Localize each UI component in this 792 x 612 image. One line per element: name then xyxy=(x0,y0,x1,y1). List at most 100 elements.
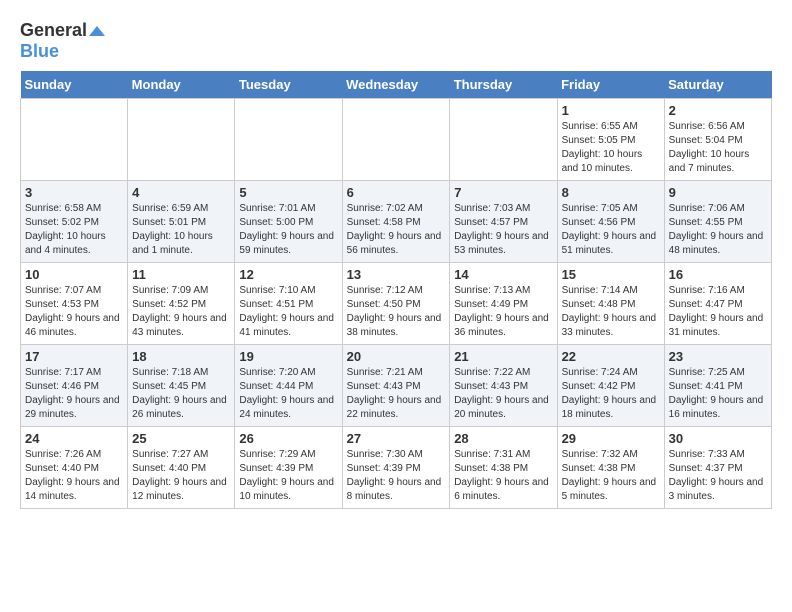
day-number: 4 xyxy=(132,185,230,200)
day-number: 29 xyxy=(562,431,660,446)
day-info: Sunrise: 7:03 AM Sunset: 4:57 PM Dayligh… xyxy=(454,202,552,258)
day-info: Sunrise: 7:32 AM Sunset: 4:38 PM Dayligh… xyxy=(562,448,660,504)
day-info: Sunrise: 7:21 AM Sunset: 4:43 PM Dayligh… xyxy=(347,366,446,422)
day-number: 26 xyxy=(239,431,337,446)
day-info: Sunrise: 7:29 AM Sunset: 4:39 PM Dayligh… xyxy=(239,448,337,504)
calendar-cell: 26 Sunrise: 7:29 AM Sunset: 4:39 PM Dayli… xyxy=(235,427,342,509)
calendar-cell: 4 Sunrise: 6:59 AM Sunset: 5:01 PM Daylig… xyxy=(128,181,235,263)
day-number: 20 xyxy=(347,349,446,364)
day-number: 10 xyxy=(25,267,123,282)
calendar-cell: 28Sunrise: 7:31 AM Sunset: 4:38 PM Dayli… xyxy=(450,427,557,509)
day-number: 6 xyxy=(347,185,446,200)
day-number: 15 xyxy=(562,267,660,282)
day-number: 24 xyxy=(25,431,123,446)
day-number: 11 xyxy=(132,267,230,282)
weekday-header-tuesday: Tuesday xyxy=(235,71,342,99)
day-number: 13 xyxy=(347,267,446,282)
day-number: 25 xyxy=(132,431,230,446)
day-number: 21 xyxy=(454,349,552,364)
day-number: 5 xyxy=(239,185,337,200)
day-info: Sunrise: 7:17 AM Sunset: 4:46 PM Dayligh… xyxy=(25,366,123,422)
calendar-cell: 5 Sunrise: 7:01 AM Sunset: 5:00 PM Daylig… xyxy=(235,181,342,263)
weekday-header-friday: Friday xyxy=(557,71,664,99)
day-info: Sunrise: 7:27 AM Sunset: 4:40 PM Dayligh… xyxy=(132,448,230,504)
day-info: Sunrise: 7:06 AM Sunset: 4:55 PM Dayligh… xyxy=(669,202,767,258)
day-info: Sunrise: 7:18 AM Sunset: 4:45 PM Dayligh… xyxy=(132,366,230,422)
day-info: Sunrise: 6:56 AM Sunset: 5:04 PM Dayligh… xyxy=(669,120,767,176)
weekday-header-thursday: Thursday xyxy=(450,71,557,99)
calendar-cell: 1 Sunrise: 6:55 AM Sunset: 5:05 PM Daylig… xyxy=(557,99,664,181)
day-number: 17 xyxy=(25,349,123,364)
day-info: Sunrise: 7:16 AM Sunset: 4:47 PM Dayligh… xyxy=(669,284,767,340)
logo-text: General Blue xyxy=(20,20,105,61)
calendar-cell: 16 Sunrise: 7:16 AM Sunset: 4:47 PM Dayli… xyxy=(664,263,771,345)
day-info: Sunrise: 7:14 AM Sunset: 4:48 PM Dayligh… xyxy=(562,284,660,340)
calendar-cell: 2Sunrise: 6:56 AM Sunset: 5:04 PM Daylig… xyxy=(664,99,771,181)
calendar-cell xyxy=(235,99,342,181)
calendar-cell: 19 Sunrise: 7:20 AM Sunset: 4:44 PM Dayli… xyxy=(235,345,342,427)
calendar-week-row: 10 Sunrise: 7:07 AM Sunset: 4:53 PM Dayli… xyxy=(21,263,772,345)
day-number: 23 xyxy=(669,349,767,364)
day-info: Sunrise: 7:05 AM Sunset: 4:56 PM Dayligh… xyxy=(562,202,660,258)
calendar-week-row: 17 Sunrise: 7:17 AM Sunset: 4:46 PM Dayli… xyxy=(21,345,772,427)
calendar-week-row: 3 Sunrise: 6:58 AM Sunset: 5:02 PM Daylig… xyxy=(21,181,772,263)
day-info: Sunrise: 7:25 AM Sunset: 4:41 PM Dayligh… xyxy=(669,366,767,422)
day-info: Sunrise: 7:01 AM Sunset: 5:00 PM Dayligh… xyxy=(239,202,337,258)
day-info: Sunrise: 7:24 AM Sunset: 4:42 PM Dayligh… xyxy=(562,366,660,422)
day-info: Sunrise: 7:10 AM Sunset: 4:51 PM Dayligh… xyxy=(239,284,337,340)
calendar-week-row: 24 Sunrise: 7:26 AM Sunset: 4:40 PM Dayli… xyxy=(21,427,772,509)
day-info: Sunrise: 6:59 AM Sunset: 5:01 PM Dayligh… xyxy=(132,202,230,258)
calendar-cell: 23 Sunrise: 7:25 AM Sunset: 4:41 PM Dayli… xyxy=(664,345,771,427)
calendar-cell: 24 Sunrise: 7:26 AM Sunset: 4:40 PM Dayli… xyxy=(21,427,128,509)
day-info: Sunrise: 7:13 AM Sunset: 4:49 PM Dayligh… xyxy=(454,284,552,340)
calendar-cell xyxy=(450,99,557,181)
day-info: Sunrise: 6:58 AM Sunset: 5:02 PM Dayligh… xyxy=(25,202,123,258)
day-info: Sunrise: 7:33 AM Sunset: 4:37 PM Dayligh… xyxy=(669,448,767,504)
calendar-cell: 7Sunrise: 7:03 AM Sunset: 4:57 PM Daylig… xyxy=(450,181,557,263)
calendar-cell: 12 Sunrise: 7:10 AM Sunset: 4:51 PM Dayli… xyxy=(235,263,342,345)
day-number: 18 xyxy=(132,349,230,364)
day-number: 27 xyxy=(347,431,446,446)
calendar-cell: 29 Sunrise: 7:32 AM Sunset: 4:38 PM Dayli… xyxy=(557,427,664,509)
day-info: Sunrise: 7:20 AM Sunset: 4:44 PM Dayligh… xyxy=(239,366,337,422)
weekday-header-sunday: Sunday xyxy=(21,71,128,99)
calendar-header: SundayMondayTuesdayWednesdayThursdayFrid… xyxy=(21,71,772,99)
day-info: Sunrise: 6:55 AM Sunset: 5:05 PM Dayligh… xyxy=(562,120,660,176)
calendar-cell xyxy=(342,99,450,181)
calendar-cell: 22 Sunrise: 7:24 AM Sunset: 4:42 PM Dayli… xyxy=(557,345,664,427)
day-number: 30 xyxy=(669,431,767,446)
day-number: 22 xyxy=(562,349,660,364)
day-number: 14 xyxy=(454,267,552,282)
day-number: 3 xyxy=(25,185,123,200)
weekday-header-row: SundayMondayTuesdayWednesdayThursdayFrid… xyxy=(21,71,772,99)
calendar-cell: 14 Sunrise: 7:13 AM Sunset: 4:49 PM Dayli… xyxy=(450,263,557,345)
day-info: Sunrise: 7:22 AM Sunset: 4:43 PM Dayligh… xyxy=(454,366,552,422)
calendar-cell: 15 Sunrise: 7:14 AM Sunset: 4:48 PM Dayli… xyxy=(557,263,664,345)
day-number: 1 xyxy=(562,103,660,118)
calendar-cell xyxy=(128,99,235,181)
calendar-cell: 11Sunrise: 7:09 AM Sunset: 4:52 PM Dayli… xyxy=(128,263,235,345)
calendar-cell xyxy=(21,99,128,181)
weekday-header-wednesday: Wednesday xyxy=(342,71,450,99)
day-number: 9 xyxy=(669,185,767,200)
day-number: 12 xyxy=(239,267,337,282)
day-number: 16 xyxy=(669,267,767,282)
calendar-cell: 30 Sunrise: 7:33 AM Sunset: 4:37 PM Dayli… xyxy=(664,427,771,509)
day-info: Sunrise: 7:26 AM Sunset: 4:40 PM Dayligh… xyxy=(25,448,123,504)
day-number: 19 xyxy=(239,349,337,364)
day-info: Sunrise: 7:07 AM Sunset: 4:53 PM Dayligh… xyxy=(25,284,123,340)
calendar-cell: 17 Sunrise: 7:17 AM Sunset: 4:46 PM Dayli… xyxy=(21,345,128,427)
calendar-cell: 9 Sunrise: 7:06 AM Sunset: 4:55 PM Daylig… xyxy=(664,181,771,263)
calendar-cell: 13Sunrise: 7:12 AM Sunset: 4:50 PM Dayli… xyxy=(342,263,450,345)
calendar-cell: 21 Sunrise: 7:22 AM Sunset: 4:43 PM Dayli… xyxy=(450,345,557,427)
calendar-body: 1 Sunrise: 6:55 AM Sunset: 5:05 PM Daylig… xyxy=(21,99,772,509)
calendar-cell: 18 Sunrise: 7:18 AM Sunset: 4:45 PM Dayli… xyxy=(128,345,235,427)
weekday-header-saturday: Saturday xyxy=(664,71,771,99)
calendar-cell: 8Sunrise: 7:05 AM Sunset: 4:56 PM Daylig… xyxy=(557,181,664,263)
calendar-cell: 27Sunrise: 7:30 AM Sunset: 4:39 PM Dayli… xyxy=(342,427,450,509)
calendar-cell: 25 Sunrise: 7:27 AM Sunset: 4:40 PM Dayli… xyxy=(128,427,235,509)
calendar-cell: 10 Sunrise: 7:07 AM Sunset: 4:53 PM Dayli… xyxy=(21,263,128,345)
calendar-week-row: 1 Sunrise: 6:55 AM Sunset: 5:05 PM Daylig… xyxy=(21,99,772,181)
weekday-header-monday: Monday xyxy=(128,71,235,99)
calendar-cell: 6Sunrise: 7:02 AM Sunset: 4:58 PM Daylig… xyxy=(342,181,450,263)
